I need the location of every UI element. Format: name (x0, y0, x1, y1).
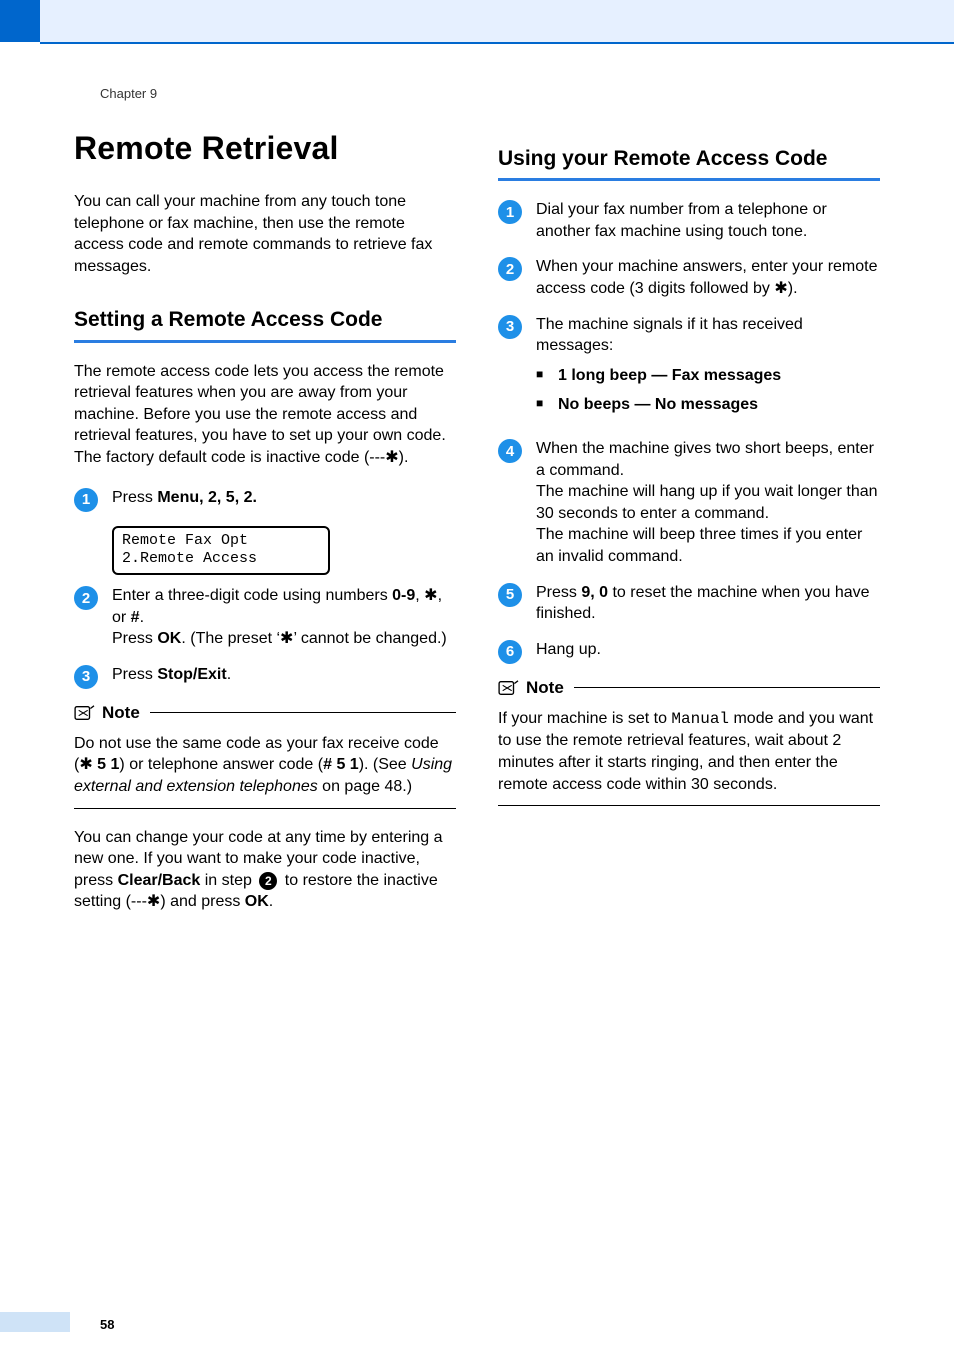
step-1-menu: Menu (157, 489, 199, 506)
step-3-stop: Stop/Exit (157, 666, 226, 683)
lcd-line-2: 2.Remote Access (122, 550, 320, 569)
rstep-4-text-c: The machine will beep three times if you… (536, 526, 862, 565)
chapter-label: Chapter 9 (100, 86, 157, 101)
note-1-body: Do not use the same code as your fax rec… (74, 727, 456, 809)
rstep-2-text-b: ). (788, 280, 798, 297)
note-2-body: If your machine is set to Manual mode an… (498, 702, 880, 806)
note-2-mode: Manual (671, 710, 729, 728)
step-2-number-icon: 2 (74, 586, 98, 610)
note-2: Note If your machine is set to Manual mo… (498, 678, 880, 806)
left-column: Remote Retrieval You can call your machi… (74, 130, 456, 931)
step-1-keys: , 2, 5, 2. (199, 489, 257, 506)
rstep-5-text-a: Press (536, 584, 581, 601)
rstep-3-number-icon: 3 (498, 315, 522, 339)
rstep-2-body: When your machine answers, enter your re… (536, 256, 880, 299)
section-1-heading: Setting a Remote Access Code (74, 307, 456, 342)
bullet-no-beeps: No beeps — No messages (536, 394, 880, 416)
step-2-period: . (140, 609, 144, 626)
rstep-4-body: When the machine gives two short beeps, … (536, 438, 880, 568)
rstep-3-body: The machine signals if it has received m… (536, 314, 880, 424)
lcd-line-1: Remote Fax Opt (122, 532, 320, 551)
step-2-line2b: . (The preset ‘ (181, 630, 280, 647)
rstep-2-number-icon: 2 (498, 257, 522, 281)
note-2-rule (574, 687, 880, 688)
note-1-rule (150, 712, 456, 713)
step-3: 3 Press Stop/Exit. (74, 664, 456, 689)
rstep-6: 6 Hang up. (498, 639, 880, 664)
step-1-number-icon: 1 (74, 488, 98, 512)
lcd-screen: Remote Fax Opt 2.Remote Access (112, 526, 330, 576)
step-1: 1 Press Menu, 2, 5, 2. (74, 487, 456, 512)
step-2: 2 Enter a three-digit code using numbers… (74, 585, 456, 650)
rstep-1: 1 Dial your fax number from a telephone … (498, 199, 880, 242)
page-title: Remote Retrieval (74, 130, 456, 167)
step-3-number-icon: 3 (74, 665, 98, 689)
rstep-2-text-a: When your machine answers, enter your re… (536, 258, 877, 297)
note-1-text-c: ). (See (359, 756, 411, 773)
rstep-1-number-icon: 1 (498, 200, 522, 224)
step-2-body: Enter a three-digit code using numbers 0… (112, 585, 456, 650)
intro-paragraph: You can call your machine from any touch… (74, 191, 456, 277)
step-2-line2c: ’ cannot be changed.) (293, 630, 446, 647)
star-icon: ✱ (424, 587, 437, 604)
note-1-code1: 5 1 (93, 756, 120, 773)
closing-e: . (269, 893, 273, 910)
rstep-4-number-icon: 4 (498, 439, 522, 463)
section-1-intro-tail: ). (399, 449, 409, 466)
note-icon (74, 704, 96, 722)
step-2-line2a: Press (112, 630, 157, 647)
closing-ok: OK (245, 893, 269, 910)
page-number: 58 (100, 1317, 114, 1332)
step-2-ok: OK (157, 630, 181, 647)
rstep-5-number-icon: 5 (498, 583, 522, 607)
star-icon: ✱ (385, 449, 398, 466)
bullet-long-beep: 1 long beep — Fax messages (536, 365, 880, 387)
right-column: Using your Remote Access Code 1 Dial you… (498, 130, 880, 931)
header-band (40, 0, 954, 42)
star-icon: ✱ (79, 756, 92, 773)
rstep-5: 5 Press 9, 0 to reset the machine when y… (498, 582, 880, 625)
rstep-6-body: Hang up. (536, 639, 880, 661)
corner-accent (0, 0, 40, 42)
closing-paragraph: You can change your code at any time by … (74, 827, 456, 913)
header-rule (40, 42, 954, 44)
rstep-5-keys: 9, 0 (581, 584, 608, 601)
star-icon: ✱ (774, 280, 787, 297)
step-3-body: Press Stop/Exit. (112, 664, 456, 686)
closing-d: ) and press (160, 893, 244, 910)
note-1-code2: # 5 1 (323, 756, 359, 773)
rstep-6-number-icon: 6 (498, 640, 522, 664)
rstep-3: 3 The machine signals if it has received… (498, 314, 880, 424)
star-icon: ✱ (280, 630, 293, 647)
step-2-line1a: Enter a three-digit code using numbers (112, 587, 392, 604)
note-1: Note Do not use the same code as your fa… (74, 703, 456, 809)
step-1-prefix: Press (112, 489, 157, 506)
star-icon: ✱ (147, 893, 160, 910)
note-icon (498, 679, 520, 697)
step-ref-2-icon: 2 (259, 872, 277, 890)
step-2-hash: # (131, 609, 140, 626)
closing-b: in step (200, 872, 256, 889)
rstep-4: 4 When the machine gives two short beeps… (498, 438, 880, 568)
rstep-4-text-b: The machine will hang up if you wait lon… (536, 483, 878, 522)
note-2-text-a: If your machine is set to (498, 710, 671, 727)
rstep-4-text-a: When the machine gives two short beeps, … (536, 440, 874, 479)
note-2-label: Note (526, 678, 564, 698)
rstep-5-body: Press 9, 0 to reset the machine when you… (536, 582, 880, 625)
step-2-sep1: , (415, 587, 424, 604)
section-2-heading: Using your Remote Access Code (498, 146, 880, 181)
step-1-body: Press Menu, 2, 5, 2. (112, 487, 456, 509)
closing-clear: Clear/Back (118, 872, 201, 889)
page-tab (0, 1312, 70, 1332)
note-1-text-b: ) or telephone answer code ( (119, 756, 323, 773)
step-3-tail: . (227, 666, 231, 683)
step-3-prefix: Press (112, 666, 157, 683)
rstep-2: 2 When your machine answers, enter your … (498, 256, 880, 299)
note-1-label: Note (102, 703, 140, 723)
note-1-text-d: on page 48.) (318, 778, 412, 795)
rstep-1-body: Dial your fax number from a telephone or… (536, 199, 880, 242)
section-1-intro: The remote access code lets you access t… (74, 361, 456, 469)
rstep-3-text: The machine signals if it has received m… (536, 316, 803, 355)
step-2-keys: 0-9 (392, 587, 415, 604)
